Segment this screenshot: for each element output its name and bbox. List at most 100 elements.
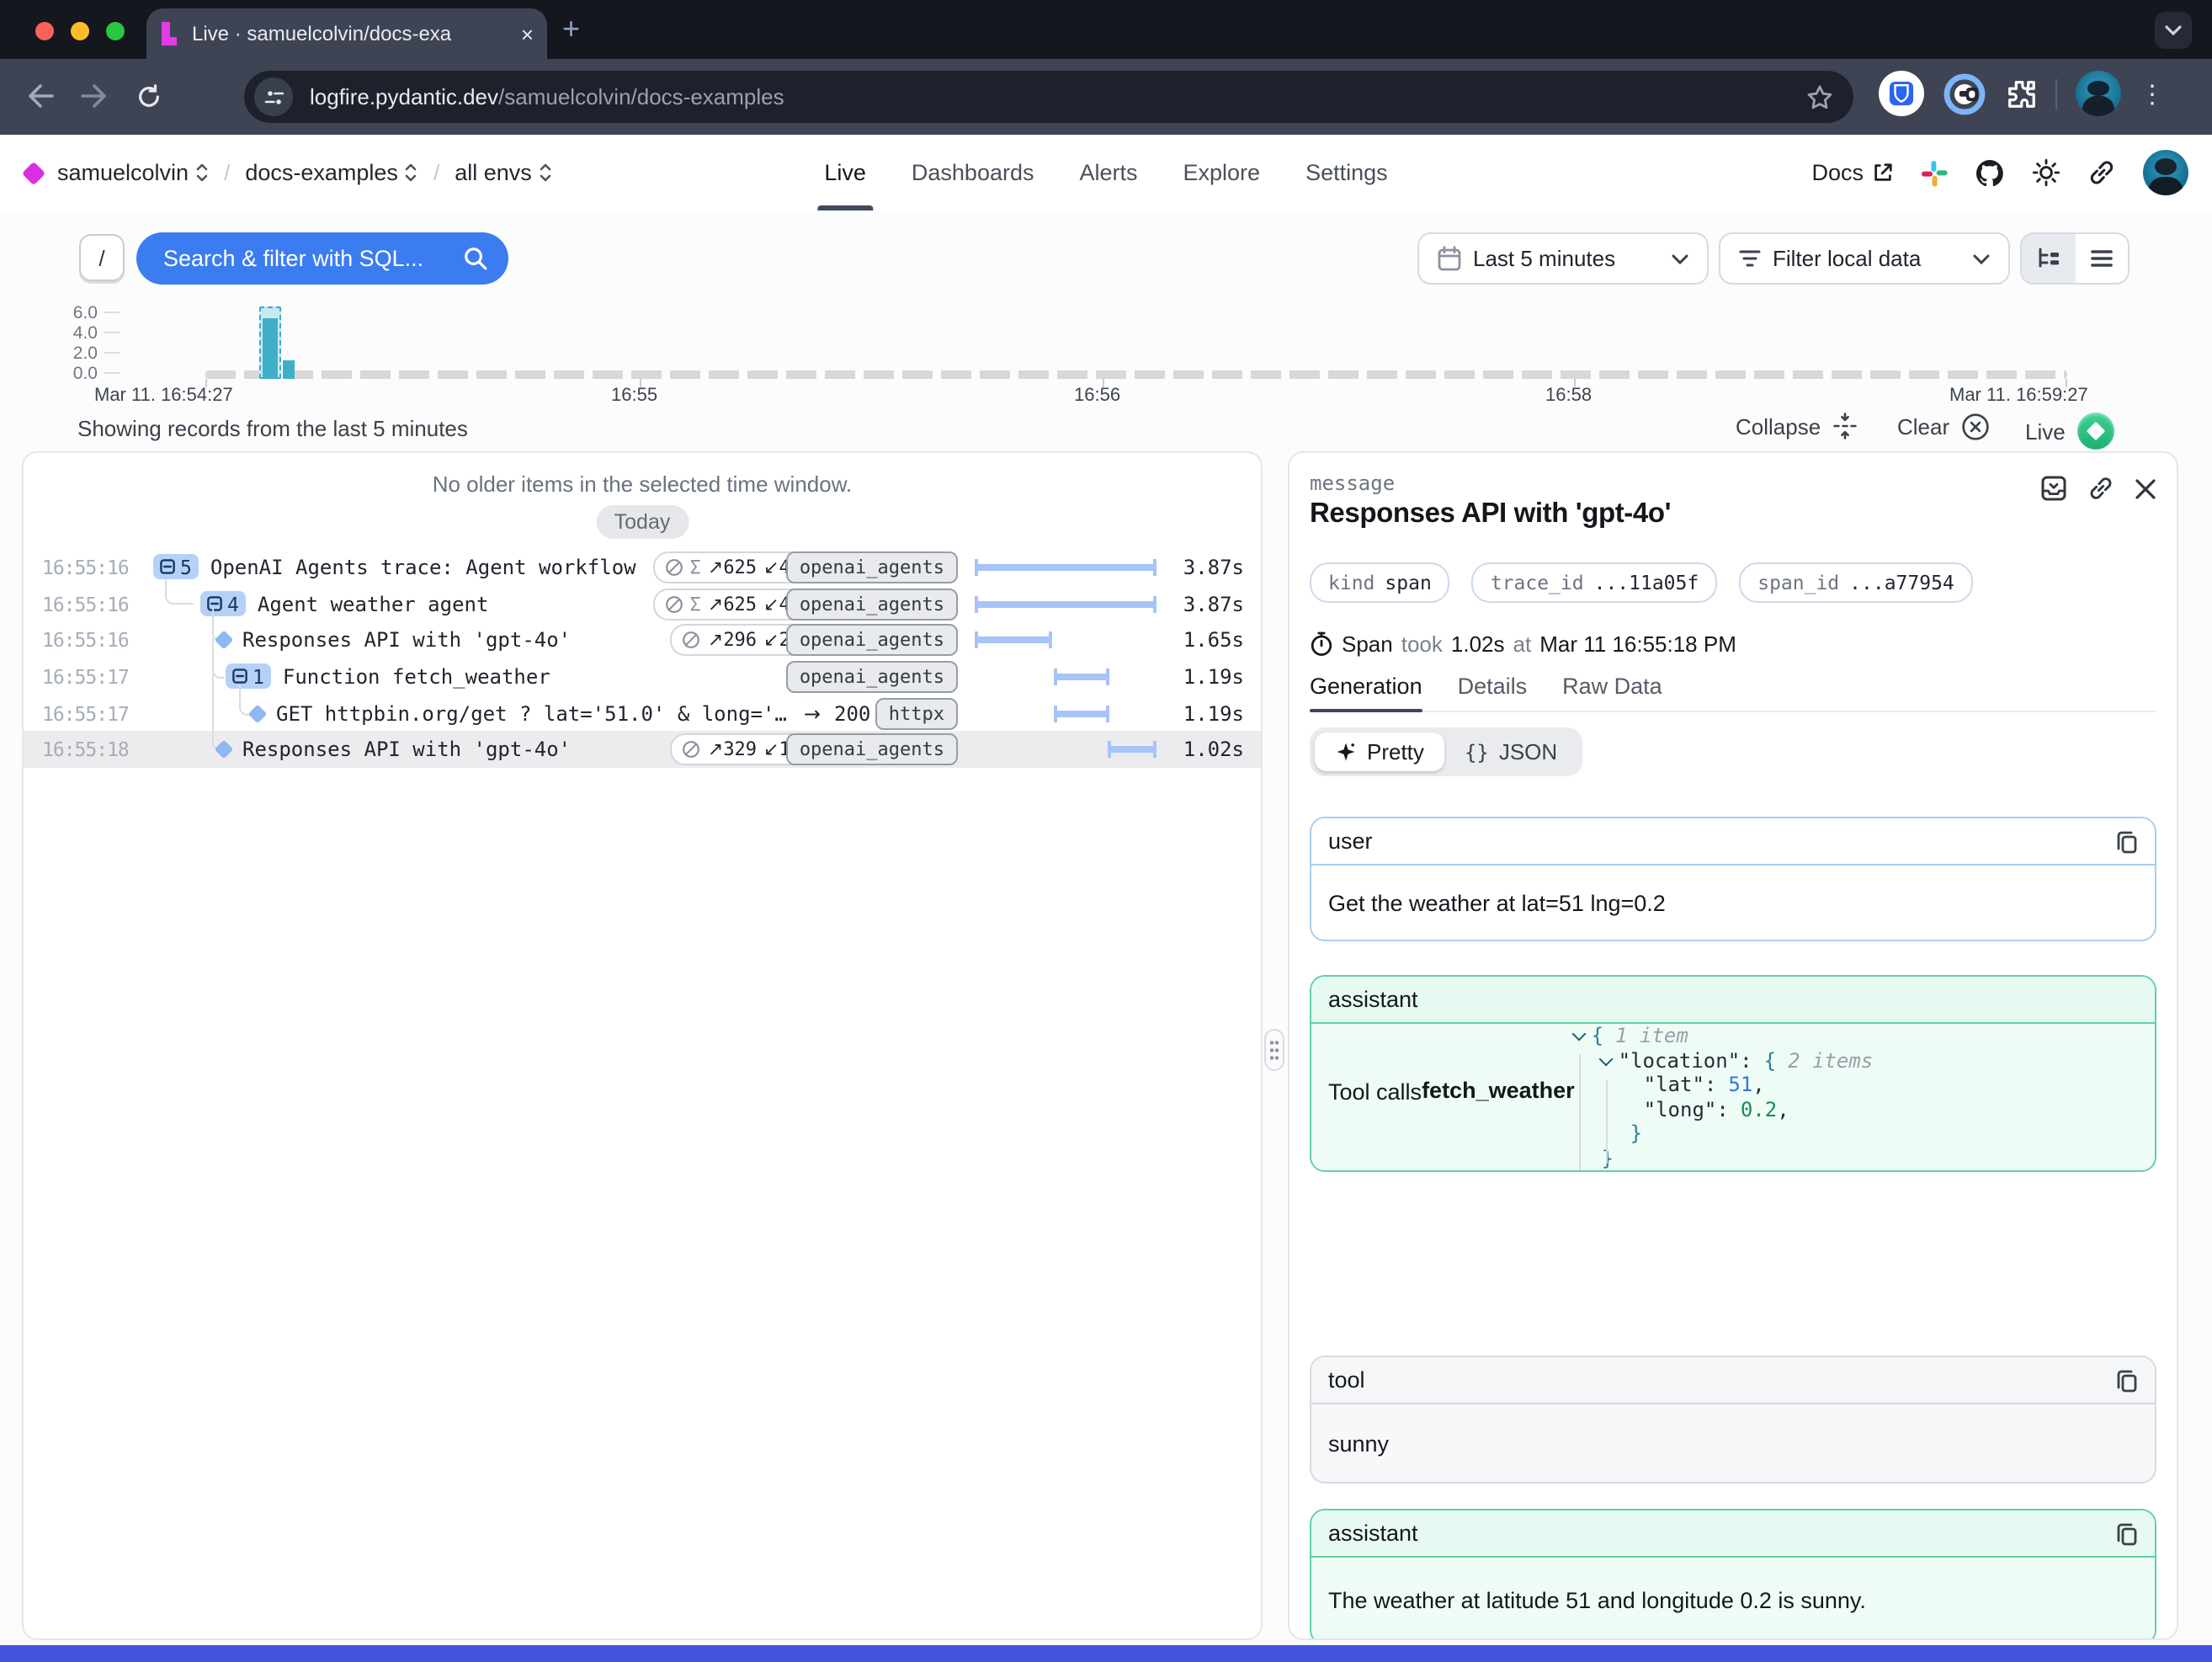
row-timestamp: 16:55:17 <box>42 701 131 725</box>
child-count: 4 <box>227 592 239 615</box>
live-indicator-icon <box>2077 413 2114 450</box>
scope-tag[interactable]: httpx <box>875 697 958 729</box>
search-placeholder: Search & filter with SQL... <box>163 246 463 271</box>
gantt-zone <box>975 595 1157 612</box>
copy-button[interactable] <box>2116 1368 2138 1392</box>
clear-button[interactable]: Clear <box>1897 413 1990 441</box>
user-avatar[interactable] <box>2143 150 2188 195</box>
message-body: Get the weather at lat=51 lng=0.2 <box>1311 866 2155 940</box>
copy-link-icon[interactable] <box>2087 475 2114 502</box>
slack-icon[interactable] <box>1921 159 1948 186</box>
browser-tab[interactable]: Live · samuelcolvin/docs-exa × <box>146 8 547 59</box>
span-id-badge[interactable]: span_id...a77954 <box>1739 562 1973 603</box>
time-range-dropdown[interactable]: Last 5 minutes <box>1417 232 1709 285</box>
close-icon[interactable] <box>2135 477 2156 499</box>
archive-inbox-icon[interactable] <box>2040 475 2067 502</box>
collapse-group-badge[interactable]: 5 <box>153 555 199 580</box>
select-chevrons-icon <box>195 162 209 184</box>
forward-button[interactable] <box>77 79 111 113</box>
role-label: tool <box>1328 1367 1365 1393</box>
filter-local-data-dropdown[interactable]: Filter local data <box>1719 232 2010 285</box>
kind-badge[interactable]: kindspan <box>1310 562 1450 603</box>
breadcrumb-org[interactable]: samuelcolvin <box>57 160 209 185</box>
trace-row-selected[interactable]: 16:55:18 Responses API with 'gpt-4o' ↗32… <box>24 732 1261 768</box>
reload-button[interactable] <box>131 79 165 113</box>
bookmark-star-icon[interactable] <box>1806 83 1833 110</box>
json-view-button[interactable]: {} JSON <box>1444 732 1577 771</box>
breadcrumb-env-label: all envs <box>455 160 532 185</box>
breadcrumb-separator: / <box>224 160 230 185</box>
trace-row[interactable]: 16:55:16 4 Agent weather agent Σ ↗625 ↙4… <box>24 585 1261 621</box>
scope-tag[interactable]: openai_agents <box>786 551 958 583</box>
tree-view-button[interactable] <box>2022 234 2075 283</box>
tab-settings[interactable]: Settings <box>1305 135 1388 210</box>
json-line[interactable]: {1 item <box>1575 1024 1874 1048</box>
chart-bar[interactable] <box>263 318 278 379</box>
pretty-label: Pretty <box>1367 739 1424 764</box>
site-info-icon[interactable] <box>254 77 293 116</box>
row-timestamp: 16:55:17 <box>42 665 131 689</box>
tab-alerts[interactable]: Alerts <box>1079 135 1137 210</box>
logfire-favicon <box>160 22 180 45</box>
logfire-logo-icon[interactable] <box>22 161 45 184</box>
trace-row[interactable]: 16:55:16 Responses API with 'gpt-4o' ↗29… <box>24 622 1261 658</box>
collapse-label: Collapse <box>1736 413 1821 439</box>
window-minimize-button[interactable] <box>71 22 89 40</box>
scope-tag[interactable]: openai_agents <box>786 734 958 766</box>
chart-bar[interactable] <box>282 360 294 379</box>
json-line[interactable]: "location":{2 items <box>1575 1048 1874 1073</box>
token-coin-icon <box>683 741 701 759</box>
tab-search-button[interactable] <box>2155 12 2192 49</box>
trace-id-badge[interactable]: trace_id...11a05f <box>1472 562 1717 603</box>
scope-tag[interactable]: openai_agents <box>786 624 958 656</box>
tab-dashboards[interactable]: Dashboards <box>912 135 1034 210</box>
trace-row[interactable]: 16:55:17 1 Function fetch_weather openai… <box>24 658 1261 695</box>
copy-button[interactable] <box>2116 829 2138 853</box>
tab-close-icon[interactable]: × <box>521 21 534 46</box>
token-coin-icon <box>665 558 683 577</box>
back-button[interactable] <box>24 79 57 113</box>
bitwarden-extension-icon[interactable] <box>1879 71 1924 116</box>
child-count: 1 <box>253 665 264 689</box>
tab-explore[interactable]: Explore <box>1183 135 1261 210</box>
trace-row[interactable]: 16:55:17 GET httpbin.org/get ? lat='51.0… <box>24 695 1261 732</box>
list-view-button[interactable] <box>2075 234 2128 283</box>
tab-details[interactable]: Details <box>1458 674 1528 711</box>
breadcrumb-env[interactable]: all envs <box>455 160 552 185</box>
scope-tag[interactable]: openai_agents <box>786 661 958 693</box>
tab-raw-data[interactable]: Raw Data <box>1562 674 1662 711</box>
scope-tag[interactable]: openai_agents <box>786 588 958 620</box>
window-zoom-button[interactable] <box>106 22 125 40</box>
github-icon[interactable] <box>1975 157 2005 188</box>
docs-link[interactable]: Docs <box>1811 160 1894 185</box>
panel-resize-handle[interactable] <box>1264 1029 1284 1071</box>
row-timestamp: 16:55:18 <box>42 738 131 762</box>
today-pill[interactable]: Today <box>596 505 689 539</box>
status-row: Showing records from the last 5 minutes … <box>0 409 2212 453</box>
live-toggle[interactable]: Live <box>2025 413 2114 450</box>
breadcrumb-project[interactable]: docs-examples <box>245 160 418 185</box>
json-line: "lat":51, <box>1575 1073 1874 1097</box>
search-filter-button[interactable]: Search & filter with SQL... <box>136 232 508 285</box>
theme-sun-icon[interactable] <box>2032 158 2060 187</box>
new-tab-button[interactable]: + <box>562 13 580 44</box>
json-line: } <box>1575 1121 1874 1146</box>
window-close-button[interactable] <box>35 22 54 40</box>
json-label: JSON <box>1499 739 1557 764</box>
pretty-json-toggle: Pretty {} JSON <box>1310 727 1582 776</box>
url-bar[interactable]: logfire.pydantic.dev/samuelcolvin/docs-e… <box>244 71 1853 123</box>
browser-menu-icon[interactable]: ⋮ <box>2140 78 2165 109</box>
chevron-down-icon <box>1973 253 1990 264</box>
empty-window-message: No older items in the selected time wind… <box>24 471 1261 497</box>
tab-generation[interactable]: Generation <box>1310 674 1422 711</box>
password-manager-extension-icon[interactable] <box>1943 72 1986 115</box>
collapse-button[interactable]: Collapse <box>1736 413 1856 439</box>
browser-profile-avatar[interactable] <box>2076 71 2121 116</box>
pretty-view-button[interactable]: Pretty <box>1315 732 1444 771</box>
extensions-puzzle-icon[interactable] <box>2005 77 2037 109</box>
tab-live[interactable]: Live <box>824 135 866 210</box>
copy-button[interactable] <box>2116 1521 2138 1545</box>
trace-row[interactable]: 16:55:16 5 OpenAI Agents trace: Agent wo… <box>24 549 1261 585</box>
duration-label: 1.19s <box>1157 701 1244 725</box>
share-link-icon[interactable] <box>2087 158 2116 187</box>
